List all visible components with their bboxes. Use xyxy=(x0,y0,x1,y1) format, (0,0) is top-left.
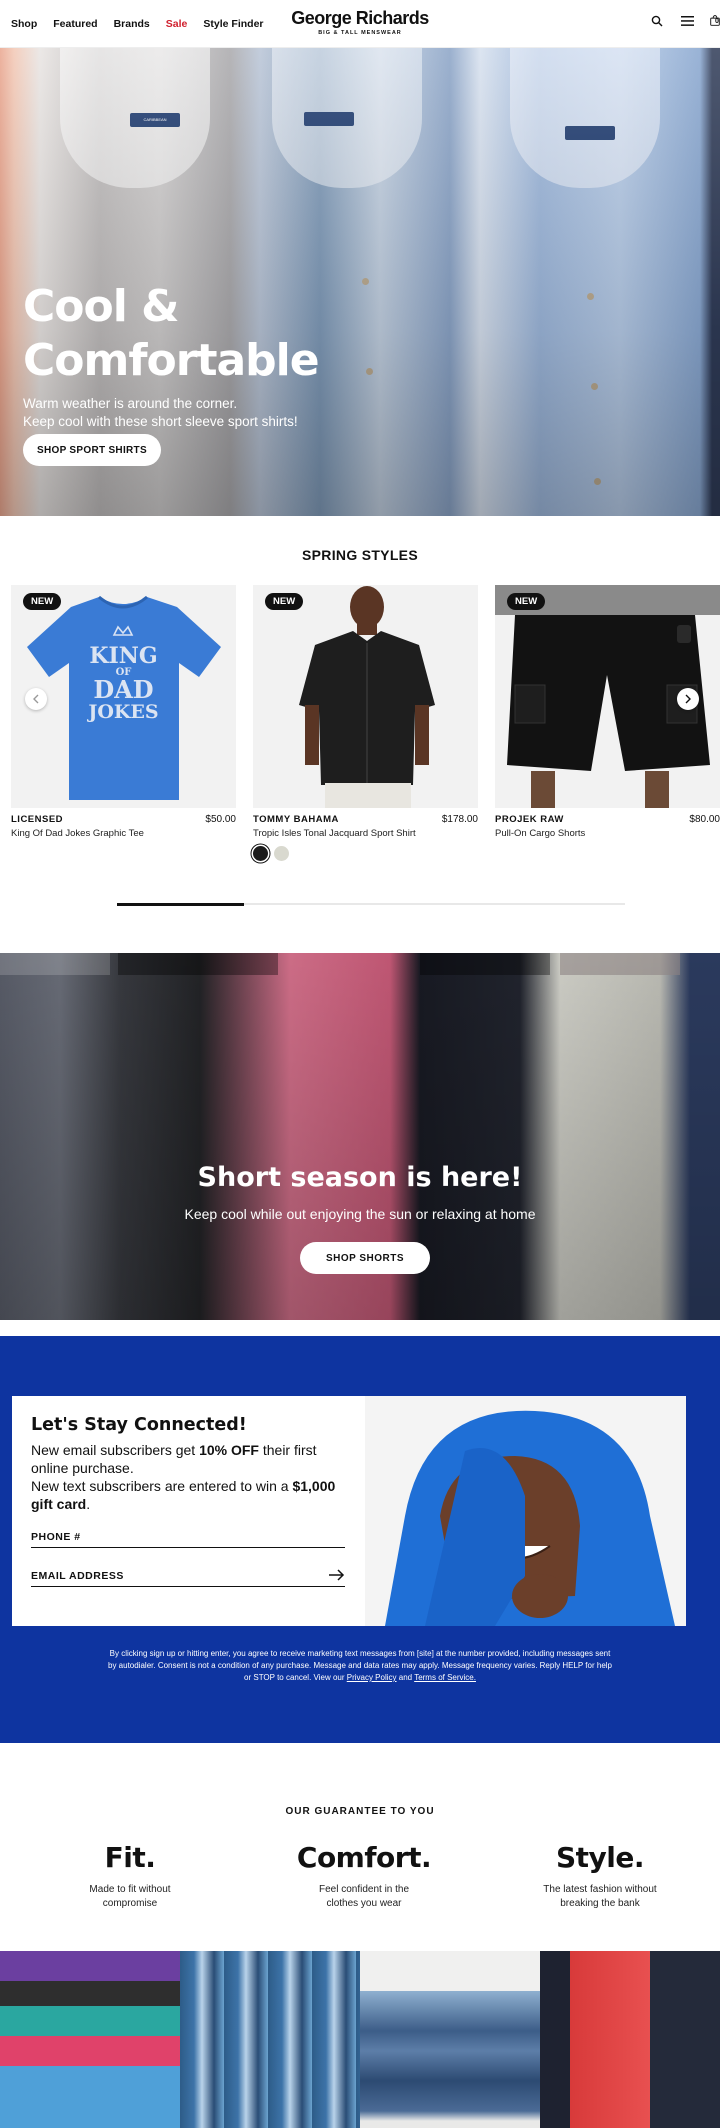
bag-icon[interactable]: 0 xyxy=(710,14,720,28)
shorts-title: Short season is here! xyxy=(197,1162,523,1193)
product-card[interactable]: KING OF DAD JOKES NEW LICENSED $50.00 Ki… xyxy=(11,585,236,839)
phone-label: PHONE # xyxy=(31,1531,81,1543)
guarantee-text-line: The latest fashion without xyxy=(543,1884,657,1895)
carousel-next-button[interactable] xyxy=(677,688,699,710)
guarantee-style: Style. The latest fashion without breakin… xyxy=(500,1841,700,1911)
hero-title: Cool & Comfortable xyxy=(23,280,320,388)
product-brand: PROJEK RAW xyxy=(495,814,564,825)
terms-link[interactable]: Terms of Service. xyxy=(414,1673,476,1682)
newsletter-title: Let's Stay Connected! xyxy=(31,1415,247,1435)
shop-shorts-button[interactable]: SHOP SHORTS xyxy=(300,1242,430,1274)
hero-sub-line2: Keep cool with these short sleeve sport … xyxy=(23,414,298,429)
search-icon[interactable] xyxy=(650,14,664,28)
site-header: Shop Featured Brands Sale Style Finder G… xyxy=(0,0,720,48)
hero-title-line1: Cool & xyxy=(23,281,180,332)
new-badge: NEW xyxy=(265,593,304,610)
product-name[interactable]: King Of Dad Jokes Graphic Tee xyxy=(11,828,236,839)
guarantee-text: Made to fit without compromise xyxy=(30,1883,230,1911)
tile-jeans[interactable] xyxy=(360,1951,540,2128)
swatch-black[interactable] xyxy=(253,846,268,861)
bag-count: 0 xyxy=(715,18,719,25)
shop-sport-shirts-button[interactable]: SHOP SPORT SHIRTS xyxy=(23,434,161,466)
nav-style-finder[interactable]: Style Finder xyxy=(203,18,263,30)
chevron-left-icon xyxy=(33,694,39,704)
product-carousel: KING OF DAD JOKES NEW LICENSED $50.00 Ki… xyxy=(11,585,720,865)
product-card[interactable]: NEW PROJEK RAW $80.00 Pull-On Cargo Shor… xyxy=(495,585,720,839)
giveaway-text-post: . xyxy=(86,1496,91,1512)
tile-shirts[interactable] xyxy=(180,1951,360,2128)
spring-styles-title: SPRING STYLES xyxy=(302,547,418,563)
guarantee-text: The latest fashion without breaking the b… xyxy=(500,1883,700,1911)
guarantee-text-line: Feel confident in the xyxy=(318,1884,410,1895)
newsletter-card: Let's Stay Connected! New email subscrib… xyxy=(12,1396,365,1626)
hero-banner: CARIBBEAN Cool & Comfortable Warm weathe… xyxy=(0,48,720,516)
offer-discount: 10% OFF xyxy=(199,1442,259,1458)
shorts-subtitle: Keep cool while out enjoying the sun or … xyxy=(184,1206,536,1222)
product-brand: LICENSED xyxy=(11,814,64,825)
product-price: $80.00 xyxy=(689,814,720,825)
product-name[interactable]: Tropic Isles Tonal Jacquard Sport Shirt xyxy=(253,828,478,839)
guarantee-fit: Fit. Made to fit without compromise xyxy=(30,1841,230,1911)
guarantee-comfort: Comfort. Feel confident in the clothes yo… xyxy=(264,1841,464,1911)
model-sport-shirt xyxy=(299,586,435,808)
logo-sub: BIG & TALL MENSWEAR xyxy=(318,30,402,36)
hoodie-model xyxy=(385,1410,675,1626)
product-price: $178.00 xyxy=(441,814,478,825)
phone-field[interactable]: PHONE # xyxy=(31,1520,345,1548)
new-badge: NEW xyxy=(507,593,546,610)
guarantee-text-line: clothes you wear xyxy=(326,1898,402,1909)
newsletter-text-offer: New text subscribers are entered to win … xyxy=(31,1477,346,1513)
carousel-progress-fill xyxy=(117,903,244,906)
swatch-stone[interactable] xyxy=(274,846,289,861)
product-card[interactable]: NEW TOMMY BAHAMA $178.00 Tropic Isles To… xyxy=(253,585,478,861)
category-tiles xyxy=(0,1951,720,2128)
main-nav: Shop Featured Brands Sale Style Finder xyxy=(0,18,280,30)
guarantee-heading: Comfort. xyxy=(296,1841,432,1874)
tee-graphic-text: KING OF DAD JOKES xyxy=(11,645,236,723)
privacy-policy-link[interactable]: Privacy Policy xyxy=(347,1673,397,1682)
tile-polos[interactable] xyxy=(0,1951,180,2128)
hero-sub-line1: Warm weather is around the corner. xyxy=(23,396,238,411)
newsletter-email-offer: New email subscribers get 10% OFF their … xyxy=(31,1441,346,1477)
giveaway-text-pre: New text subscribers are entered to win … xyxy=(31,1478,293,1494)
guarantee-text-line: breaking the bank xyxy=(560,1898,640,1909)
header-icons: 0 xyxy=(650,14,720,28)
new-badge: NEW xyxy=(23,593,62,610)
product-name[interactable]: Pull-On Cargo Shorts xyxy=(495,828,720,839)
tile-graphic-tees[interactable] xyxy=(540,1951,720,2128)
nav-brands[interactable]: Brands xyxy=(114,18,150,30)
guarantee-heading: Style. xyxy=(555,1841,645,1874)
logo-main: George Richards xyxy=(291,8,429,28)
offer-text-pre: New email subscribers get xyxy=(31,1442,200,1458)
color-swatches xyxy=(253,846,478,861)
product-price: $50.00 xyxy=(205,814,236,825)
hero-subtitle: Warm weather is around the corner. Keep … xyxy=(23,395,298,431)
nav-sale[interactable]: Sale xyxy=(166,18,188,30)
guarantee-text: Feel confident in the clothes you wear xyxy=(264,1883,464,1911)
guarantee-title: OUR GUARANTEE TO YOU xyxy=(285,1806,435,1817)
nav-featured[interactable]: Featured xyxy=(53,18,97,30)
product-image[interactable]: NEW xyxy=(253,585,478,808)
tee-word-king: KING xyxy=(89,643,158,669)
menu-icon[interactable] xyxy=(680,14,694,28)
legal-and: and xyxy=(396,1673,415,1682)
carousel-prev-button[interactable] xyxy=(25,688,47,710)
sms-legal-text: By clicking sign up or hitting enter, yo… xyxy=(106,1648,614,1684)
email-label: EMAIL ADDRESS xyxy=(31,1570,124,1582)
logo[interactable]: George Richards BIG & TALL MENSWEAR xyxy=(291,8,429,37)
carousel-progress[interactable] xyxy=(117,903,625,906)
hero-title-line2: Comfortable xyxy=(23,335,320,386)
arrow-right-icon[interactable] xyxy=(329,1569,345,1581)
nav-shop[interactable]: Shop xyxy=(11,18,37,30)
guarantee-text-line: Made to fit without xyxy=(89,1884,171,1895)
chevron-right-icon xyxy=(685,694,691,704)
email-field[interactable]: EMAIL ADDRESS xyxy=(31,1559,345,1587)
guarantee-text-line: compromise xyxy=(102,1898,158,1909)
guarantee-heading: Fit. xyxy=(104,1841,156,1874)
hoodie-model-photo xyxy=(365,1396,686,1626)
